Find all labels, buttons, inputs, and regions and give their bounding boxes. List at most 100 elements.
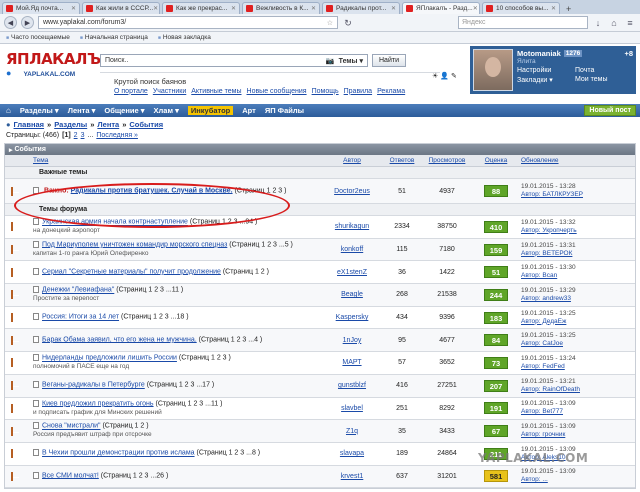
table-row[interactable]: Снова "мистрали" (Страниц 1 2 ) Россия пр…: [5, 420, 635, 443]
reload-icon[interactable]: ↻: [342, 17, 354, 29]
close-icon[interactable]: ✕: [153, 5, 158, 12]
topic-author[interactable]: Kaspersky: [336, 314, 369, 321]
topic-pages[interactable]: (Страниц 1 2 3 ...17 ): [147, 382, 215, 389]
topic-score[interactable]: 84: [484, 334, 508, 347]
address-bar[interactable]: www.yaplakal.com/forum3/ ☆: [38, 16, 338, 29]
site-link[interactable]: Реклама: [377, 88, 405, 95]
close-icon[interactable]: ✕: [231, 5, 236, 12]
topic-last-author[interactable]: Автор: грочник: [521, 431, 565, 438]
close-icon[interactable]: ✕: [551, 5, 556, 12]
browser-search-input[interactable]: Яндекс: [458, 16, 588, 29]
topic-link[interactable]: Сериал "Секретные материалы" получит про…: [42, 268, 221, 275]
topic-last-author[interactable]: Автор: Bet777: [521, 408, 563, 415]
browser-tab[interactable]: Как же прекрас... ✕: [162, 2, 240, 14]
topic-score[interactable]: 73: [484, 356, 508, 369]
avatar[interactable]: [473, 49, 513, 91]
topic-score[interactable]: 67: [484, 425, 508, 438]
table-row[interactable]: Россия: Итоги за 14 лет (Страниц 1 2 3 .…: [5, 307, 635, 330]
col-views[interactable]: Просмотров: [419, 157, 475, 164]
table-row[interactable]: Сериал "Секретные материалы" получит про…: [5, 261, 635, 285]
back-icon[interactable]: ◀: [4, 16, 17, 29]
bookmark-item[interactable]: Часто посещаемые: [6, 34, 70, 41]
topic-pages[interactable]: (Страниц 1 2 3 ...11 ): [156, 400, 223, 407]
home-icon[interactable]: ⌂: [608, 17, 620, 29]
site-link[interactable]: Участники: [153, 88, 186, 95]
topic-score[interactable]: 207: [484, 379, 508, 392]
close-icon[interactable]: ✕: [473, 5, 478, 12]
close-icon[interactable]: ✕: [391, 5, 396, 12]
topic-score[interactable]: 410: [484, 220, 508, 233]
topic-score[interactable]: 581: [484, 470, 508, 483]
breadcrumb-sections[interactable]: Разделы: [54, 120, 87, 129]
my-topics-link[interactable]: Мои темы: [575, 76, 633, 84]
plus-badge[interactable]: +8: [624, 49, 633, 58]
topic-last-author[interactable]: Автор: Bcan: [521, 272, 557, 279]
topic-last-author[interactable]: Автор: CatJoe: [521, 340, 563, 347]
sun-icon[interactable]: ☀: [432, 72, 438, 80]
search-scope-select[interactable]: Темы ▾: [339, 57, 363, 65]
col-replies[interactable]: Ответов: [385, 157, 419, 164]
topic-score[interactable]: 183: [484, 311, 508, 324]
close-icon[interactable]: ✕: [311, 5, 316, 12]
topic-pages[interactable]: (Страниц 1 2 ): [223, 268, 269, 275]
topic-link[interactable]: Денежки "Левиафана": [42, 287, 114, 294]
username[interactable]: Motomaniak: [517, 49, 561, 58]
menu-item[interactable]: Инкубатор: [187, 106, 234, 115]
topic-pages[interactable]: (Страниц 1 2 3 ...5 ): [229, 241, 293, 248]
new-tab-icon[interactable]: +: [562, 4, 575, 14]
topic-link[interactable]: Нидерланды предложили лишить России: [42, 355, 177, 362]
topic-link[interactable]: Барак Обама заявил, что его жена не мужч…: [42, 336, 197, 343]
topic-pages[interactable]: (Страниц 1 2 3 ...8 ): [196, 450, 260, 457]
topic-author[interactable]: МАРТ: [342, 359, 361, 366]
menu-item[interactable]: Лента ▾: [68, 106, 96, 115]
camera-icon[interactable]: 📷: [326, 57, 335, 65]
topic-pages[interactable]: (Страниц 1 2 3 ...18 ): [121, 314, 189, 321]
topic-link[interactable]: Веганы-радикалы в Петербурге: [42, 382, 145, 389]
topic-link[interactable]: Россия: Итоги за 14 лет: [42, 314, 119, 321]
forward-icon[interactable]: ▶: [21, 16, 34, 29]
bookmarks-link[interactable]: Закладки ▾: [517, 76, 575, 84]
browser-tab[interactable]: ЯПлакалъ - Разд... ✕: [402, 2, 480, 14]
topic-author[interactable]: eX1stenZ: [337, 269, 367, 276]
topic-last-author[interactable]: Автор: ...: [521, 476, 548, 483]
col-updated[interactable]: Обновление: [517, 157, 635, 164]
menu-icon[interactable]: ≡: [624, 17, 636, 29]
table-row[interactable]: Барак Обама заявил, что его жена не мужч…: [5, 329, 635, 353]
site-link[interactable]: Правила: [344, 88, 372, 95]
topic-last-author[interactable]: Автор: Укропчерть: [521, 227, 577, 234]
topic-author[interactable]: konkoff: [341, 246, 363, 253]
breadcrumb-home[interactable]: Главная: [14, 120, 45, 129]
settings-link[interactable]: Настройки: [517, 67, 575, 74]
mail-link[interactable]: Почта: [575, 67, 633, 74]
topic-author[interactable]: slavapa: [340, 450, 364, 457]
table-row[interactable]: Киев предложил прекратить огонь (Страниц…: [5, 398, 635, 421]
topic-author[interactable]: Beagle: [341, 291, 363, 298]
site-logo[interactable]: ЯПЛАКАЛЪ ● YAPLAKAL.COM: [0, 44, 101, 104]
topic-author[interactable]: slavbel: [341, 405, 363, 412]
bookmark-star-icon[interactable]: ☆: [327, 19, 333, 27]
topic-pages[interactable]: (Страниц 1 2 3 ...11 ): [116, 287, 183, 294]
browser-tab[interactable]: Как жили в СССР... ✕: [82, 2, 160, 14]
topic-author[interactable]: Z1q: [346, 428, 358, 435]
browser-tab[interactable]: 10 способов вы... ✕: [482, 2, 560, 14]
menu-item[interactable]: Арт: [242, 106, 256, 115]
topic-link[interactable]: Киев предложил прекратить огонь: [42, 400, 154, 407]
topic-score[interactable]: 191: [484, 402, 508, 415]
topic-author[interactable]: krvest1: [341, 473, 364, 480]
download-icon[interactable]: ↓: [592, 17, 604, 29]
tag-icon[interactable]: ✎: [451, 72, 457, 80]
close-icon[interactable]: ✕: [71, 5, 76, 12]
new-post-button[interactable]: Новый пост: [584, 105, 636, 116]
topic-score[interactable]: 88: [484, 185, 508, 197]
person-icon[interactable]: 👤: [440, 72, 449, 80]
col-score[interactable]: Оценка: [475, 157, 517, 164]
topic-pages[interactable]: (Страниц 1 2 3 ...4 ): [199, 336, 263, 343]
topic-last-author[interactable]: Автор: andrew33: [521, 295, 571, 302]
topic-last-author[interactable]: Автор: ВЕТЕРОК: [521, 250, 572, 257]
bookmark-item[interactable]: Начальная страница: [80, 34, 148, 41]
menu-item[interactable]: Общение ▾: [104, 106, 144, 115]
topic-link[interactable]: Под Мариуполем уничтожен командир морско…: [42, 241, 227, 248]
menu-item[interactable]: Разделы ▾: [20, 106, 59, 115]
site-link[interactable]: Новые сообщения: [247, 88, 307, 95]
topic-pages[interactable]: (Страниц 1 2 3 ): [179, 355, 231, 362]
